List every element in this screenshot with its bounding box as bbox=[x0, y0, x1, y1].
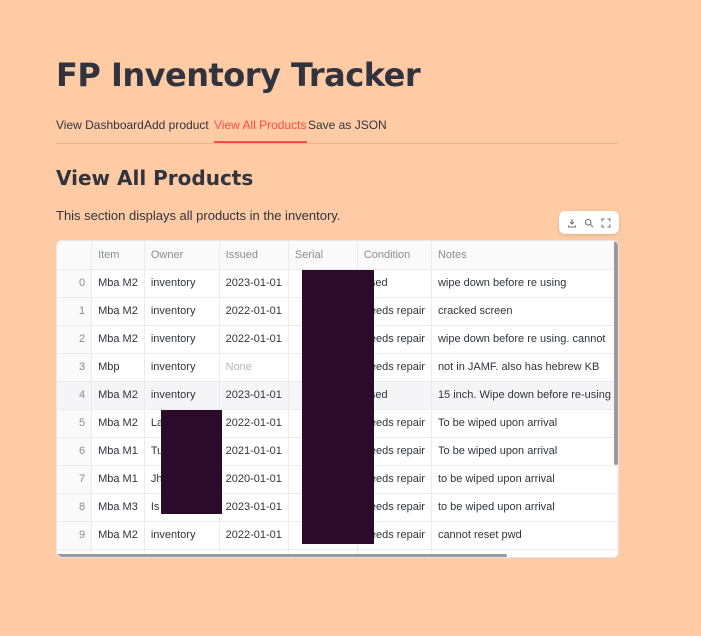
column-header[interactable]: Owner bbox=[144, 241, 220, 270]
table-cell[interactable]: 2022-01-01 bbox=[219, 325, 289, 354]
table-header-row: Item Owner Issued Serial Condition Notes bbox=[57, 241, 618, 270]
section-title: View All Products bbox=[56, 166, 254, 190]
table-cell[interactable]: Mba M2 bbox=[91, 269, 145, 298]
row-index: 5 bbox=[57, 409, 93, 438]
table-cell[interactable]: cannot reset pwd bbox=[431, 521, 618, 550]
row-index: 1 bbox=[57, 297, 93, 326]
table-cell[interactable]: None bbox=[219, 353, 289, 382]
row-index: 0 bbox=[57, 269, 93, 298]
table-cell[interactable]: Mba M1 bbox=[91, 437, 145, 466]
table-cell[interactable]: Mba M3 bbox=[91, 493, 145, 522]
table-cell[interactable]: 2022-01-01 bbox=[219, 521, 289, 550]
table-cell[interactable]: To be wiped upon arrival bbox=[431, 409, 618, 438]
table-cell[interactable]: inventory bbox=[144, 325, 220, 354]
row-index: 9 bbox=[57, 521, 93, 550]
horizontal-scrollbar[interactable] bbox=[57, 554, 507, 557]
table-cell[interactable]: wipe down before re using bbox=[431, 269, 618, 298]
table-cell[interactable]: Mba M2 bbox=[91, 381, 145, 410]
section-description: This section displays all products in th… bbox=[56, 208, 341, 223]
row-index: 7 bbox=[57, 465, 93, 494]
fullscreen-icon[interactable] bbox=[599, 216, 613, 230]
table-cell[interactable]: To be wiped upon arrival bbox=[431, 437, 618, 466]
vertical-scrollbar[interactable] bbox=[614, 241, 618, 465]
download-icon[interactable] bbox=[565, 216, 579, 230]
table-cell[interactable]: inventory bbox=[144, 297, 220, 326]
page-title: FP Inventory Tracker bbox=[56, 56, 421, 94]
redaction-block bbox=[161, 410, 222, 514]
table-cell[interactable]: inventory bbox=[144, 381, 220, 410]
table-cell[interactable]: Mba M2 bbox=[91, 521, 145, 550]
tab-save-as-json[interactable]: Save as JSON bbox=[308, 118, 387, 142]
redaction-block bbox=[302, 270, 374, 544]
products-table[interactable]: Item Owner Issued Serial Condition Notes 0 Mba… bbox=[56, 240, 619, 558]
table-cell[interactable]: 2022-01-01 bbox=[219, 409, 289, 438]
table-cell[interactable]: Mba M2 bbox=[91, 409, 145, 438]
column-header[interactable]: Serial bbox=[288, 241, 358, 270]
table-cell[interactable]: not in JAMF. also has hebrew KB bbox=[431, 353, 618, 382]
table-cell[interactable]: cracked screen bbox=[431, 297, 618, 326]
table-cell[interactable]: Mbp bbox=[91, 353, 145, 382]
table-cell[interactable]: wipe down before re using. cannot bbox=[431, 325, 618, 354]
table-cell[interactable]: to be wiped upon arrival bbox=[431, 465, 618, 494]
tab-view-dashboard[interactable]: View Dashboard bbox=[56, 118, 144, 142]
column-header[interactable]: Notes bbox=[431, 241, 618, 270]
table-cell[interactable]: 2022-01-01 bbox=[219, 297, 289, 326]
tab-view-all-products[interactable]: View All Products bbox=[214, 118, 307, 143]
index-column-header[interactable] bbox=[57, 241, 93, 270]
table-cell[interactable]: inventory bbox=[144, 353, 220, 382]
table-cell[interactable]: inventory bbox=[144, 521, 220, 550]
table-cell[interactable]: 2021-01-01 bbox=[219, 437, 289, 466]
table-cell[interactable]: 15 inch. Wipe down before re-using bbox=[431, 381, 618, 410]
table-toolbar bbox=[559, 211, 619, 234]
search-icon[interactable] bbox=[582, 216, 596, 230]
row-index: 8 bbox=[57, 493, 93, 522]
table-cell[interactable]: 2023-01-01 bbox=[219, 269, 289, 298]
row-index: 2 bbox=[57, 325, 93, 354]
table-cell[interactable]: 2023-01-01 bbox=[219, 381, 289, 410]
table-cell[interactable]: to be wiped upon arrival bbox=[431, 493, 618, 522]
table-cell[interactable]: Mba M2 bbox=[91, 325, 145, 354]
row-index: 6 bbox=[57, 437, 93, 466]
table-cell[interactable]: Mba M2 bbox=[91, 297, 145, 326]
tab-add-product[interactable]: Add product bbox=[144, 118, 209, 142]
row-index: 4 bbox=[57, 381, 93, 410]
table-cell[interactable]: inventory bbox=[144, 269, 220, 298]
table-cell[interactable]: 2023-01-01 bbox=[219, 493, 289, 522]
tab-bar: View Dashboard Add product View All Prod… bbox=[56, 112, 618, 144]
column-header[interactable]: Issued bbox=[219, 241, 289, 270]
table-cell[interactable]: 2020-01-01 bbox=[219, 465, 289, 494]
column-header[interactable]: Item bbox=[91, 241, 145, 270]
column-header[interactable]: Condition bbox=[357, 241, 432, 270]
table-cell[interactable]: Mba M1 bbox=[91, 465, 145, 494]
row-index: 3 bbox=[57, 353, 93, 382]
